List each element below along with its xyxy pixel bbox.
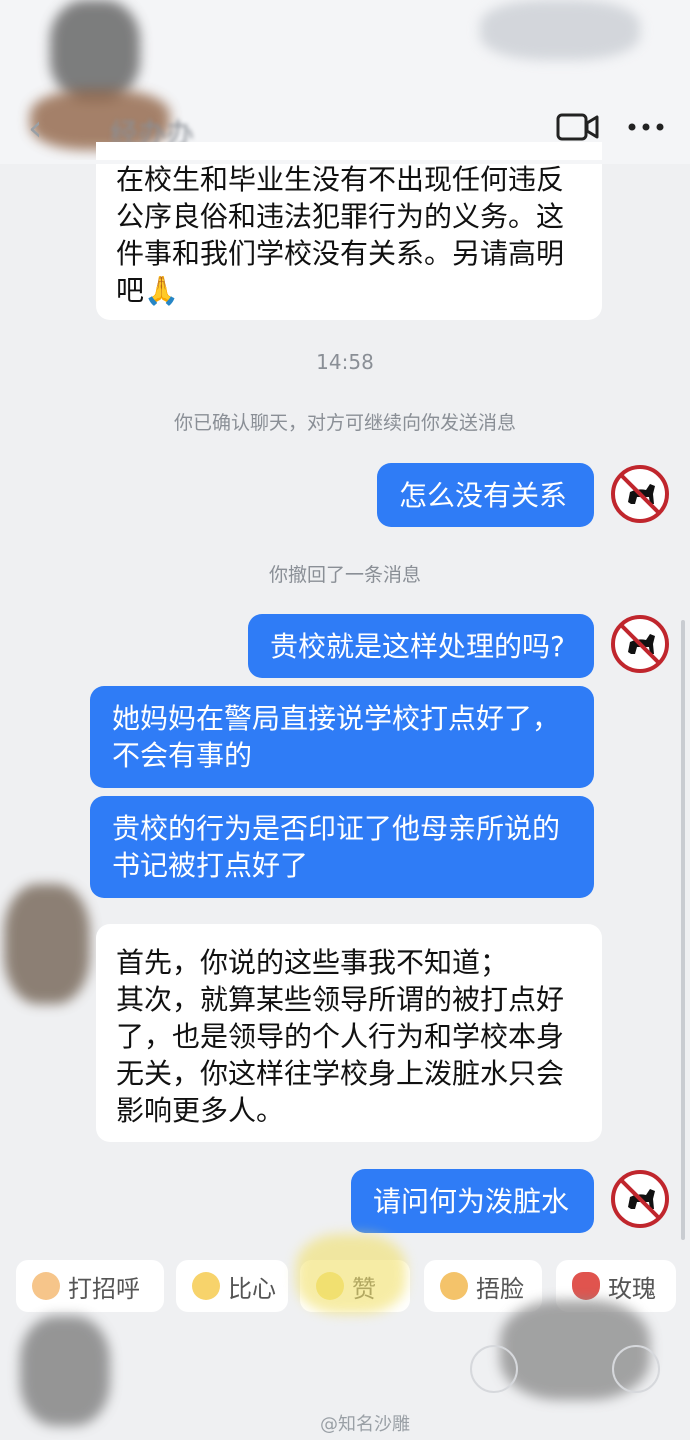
message-line: 吧🙏 — [116, 274, 179, 307]
back-button[interactable]: ‹ — [28, 108, 42, 149]
message-line: 首先，你说的这些事我不知道； — [116, 946, 509, 979]
message-bubble-outgoing[interactable]: 请问何为泼脏水 — [351, 1169, 594, 1233]
message-line: 不会有事的 — [112, 739, 253, 772]
message-line: 书记被打点好了 — [112, 849, 309, 882]
message-line: 她妈妈在警局直接说学校打点好了， — [112, 702, 561, 735]
system-notice: 你已确认聊天，对方可继续向你发送消息 — [173, 412, 516, 434]
message-bubble-outgoing[interactable]: 怎么没有关系 — [377, 463, 594, 527]
watermark: @知名沙雕 — [320, 1414, 410, 1435]
timestamp: 14:58 — [316, 350, 374, 374]
message-bubble-incoming[interactable]: 首先，你说的这些事我不知道； 其次，就算某些领导所谓的被打点好 了，也是领导的个… — [96, 924, 602, 1142]
chip-label: 玫瑰 — [608, 1274, 656, 1303]
add-button[interactable] — [612, 1345, 660, 1393]
chip-label: 比心 — [228, 1274, 276, 1303]
message-bubble-outgoing[interactable]: 贵校就是这样处理的吗? — [248, 614, 594, 678]
redaction-scribble — [480, 0, 640, 60]
quick-reply-chip[interactable]: 打招呼 — [16, 1260, 164, 1312]
rose-emoji-icon — [572, 1272, 600, 1300]
chip-label: 捂脸 — [476, 1274, 524, 1303]
redaction-scribble — [296, 1234, 406, 1314]
message-line: 影响更多人。 — [116, 1094, 285, 1127]
message-line: 贵校的行为是否印证了他母亲所说的 — [112, 812, 561, 845]
redaction-scribble — [4, 884, 90, 1004]
message-bubble-outgoing[interactable]: 贵校的行为是否印证了他母亲所说的 书记被打点好了 — [90, 796, 594, 898]
avatar-no-dog-icon[interactable] — [610, 464, 670, 524]
facepalm-emoji-icon — [440, 1272, 468, 1300]
quick-reply-chip[interactable]: 捂脸 — [424, 1260, 542, 1312]
video-camera-icon[interactable] — [556, 112, 600, 142]
avatar-no-dog-icon[interactable] — [610, 1169, 670, 1229]
wave-emoji-icon — [32, 1272, 60, 1300]
more-dots-icon[interactable] — [626, 112, 666, 142]
message-line: 在校生和毕业生没有不出现任何违反 — [116, 163, 565, 196]
chip-label: 打招呼 — [68, 1274, 140, 1303]
message-line: 公序良俗和违法犯罪行为的义务。这 — [116, 200, 565, 233]
redaction-scribble — [20, 1316, 110, 1426]
recall-notice: 你撤回了一条消息 — [268, 564, 421, 586]
chat-header: ‹ 经办办 — [0, 0, 690, 160]
avatar-no-dog-icon[interactable] — [610, 614, 670, 674]
message-line: 件事和我们学校没有关系。另请高明 — [116, 237, 565, 270]
heart-hands-emoji-icon — [192, 1272, 220, 1300]
message-bubble-incoming[interactable]: 在校生和毕业生没有不出现任何违反 公序良俗和违法犯罪行为的义务。这 件事和我们学… — [96, 142, 602, 320]
scrollbar[interactable] — [681, 620, 685, 1240]
quick-reply-chip[interactable]: 比心 — [176, 1260, 288, 1312]
message-line: 了，也是领导的个人行为和学校本身 — [116, 1020, 565, 1053]
message-bubble-outgoing[interactable]: 她妈妈在警局直接说学校打点好了， 不会有事的 — [90, 686, 594, 788]
message-line: 无关，你这样往学校身上泼脏水只会 — [116, 1057, 565, 1090]
message-line: 其次，就算某些领导所谓的被打点好 — [116, 983, 565, 1016]
redaction-scribble — [50, 0, 140, 100]
input-button[interactable] — [470, 1345, 518, 1393]
